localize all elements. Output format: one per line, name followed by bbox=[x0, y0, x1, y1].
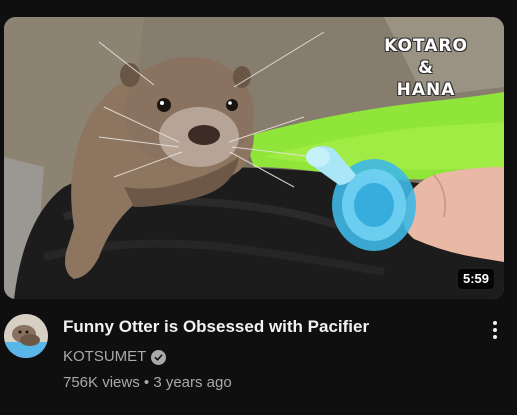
channel-row: KOTSUMET bbox=[63, 346, 167, 368]
video-card[interactable]: KOTARO & HANA 5:59 Funny Otter is Obsess… bbox=[0, 0, 517, 415]
overlay-line-1: KOTARO bbox=[384, 36, 468, 56]
view-count: 756K views bbox=[63, 374, 140, 391]
stats-separator: • bbox=[143, 374, 150, 391]
avatar-image bbox=[4, 314, 48, 358]
channel-avatar[interactable] bbox=[4, 314, 48, 358]
duration-badge: 5:59 bbox=[457, 269, 494, 289]
overlay-line-3: HANA bbox=[396, 80, 456, 100]
more-vert-icon[interactable] bbox=[485, 316, 505, 344]
video-details: Funny Otter is Obsessed with Pacifier KO… bbox=[4, 312, 509, 412]
overlay-line-2: & bbox=[418, 58, 434, 78]
channel-name[interactable]: KOTSUMET bbox=[63, 347, 146, 367]
video-title[interactable]: Funny Otter is Obsessed with Pacifier bbox=[63, 316, 463, 338]
verified-check-icon bbox=[151, 349, 167, 365]
kebab-dot bbox=[493, 335, 497, 339]
kebab-dot bbox=[493, 328, 497, 332]
upload-age: 3 years ago bbox=[153, 374, 232, 391]
video-thumbnail[interactable]: KOTARO & HANA 5:59 bbox=[4, 17, 504, 299]
thumbnail-overlay-title: KOTARO & HANA bbox=[366, 35, 486, 101]
kebab-dot bbox=[493, 321, 497, 325]
video-stats: 756K views • 3 years ago bbox=[63, 373, 232, 393]
